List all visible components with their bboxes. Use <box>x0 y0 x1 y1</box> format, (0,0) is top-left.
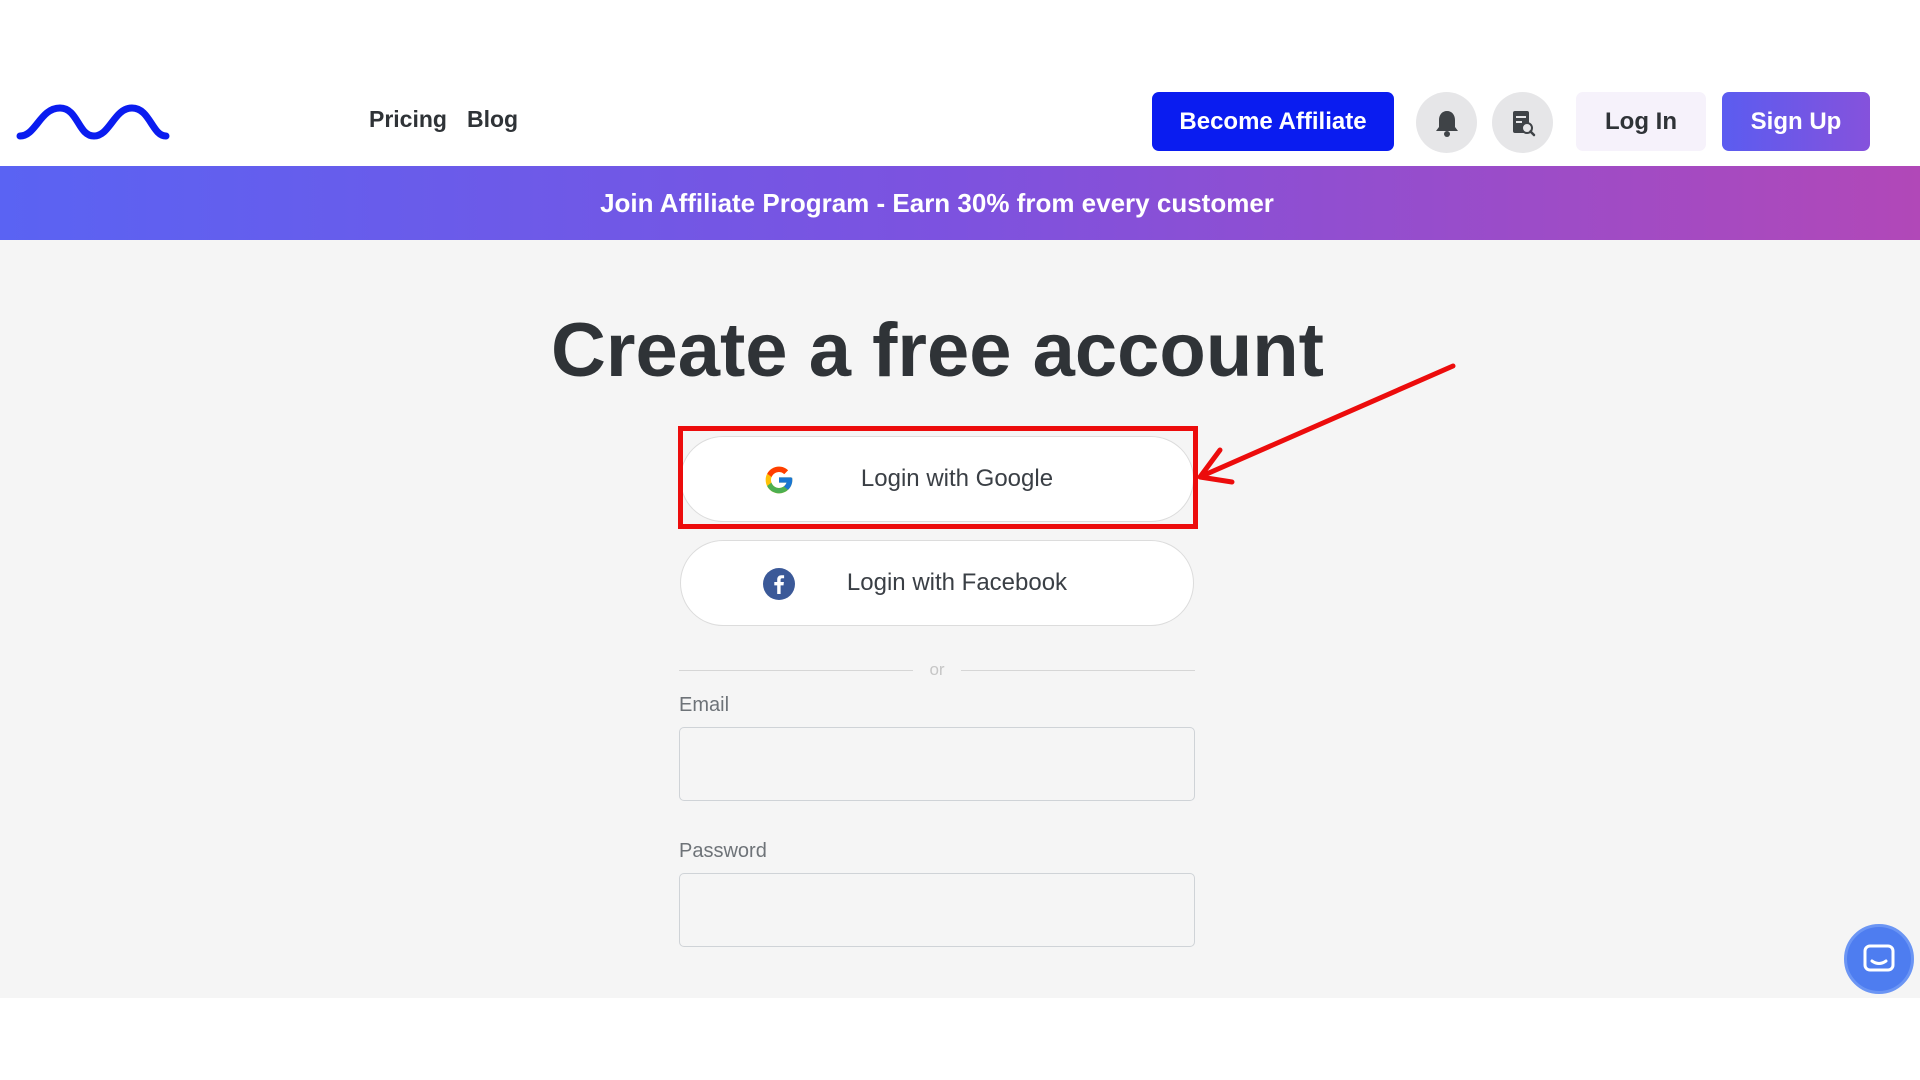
affiliate-banner[interactable]: Join Affiliate Program - Earn 30% from e… <box>0 166 1920 240</box>
email-label: Email <box>679 694 730 716</box>
become-affiliate-button[interactable]: Become Affiliate <box>1152 92 1394 151</box>
signup-main-section: Create a free account Login with Google … <box>0 240 1920 998</box>
divider-text: or <box>929 660 945 679</box>
chat-widget-button[interactable] <box>1844 924 1914 994</box>
bell-icon <box>1435 110 1458 137</box>
email-input[interactable] <box>679 727 1195 801</box>
chat-icon <box>1863 944 1895 972</box>
nav-pricing-link[interactable]: Pricing <box>369 106 447 133</box>
login-with-facebook-button[interactable]: Login with Facebook <box>680 540 1194 626</box>
log-in-button[interactable]: Log In <box>1576 92 1706 151</box>
sign-up-button[interactable]: Sign Up <box>1722 92 1870 151</box>
password-input[interactable] <box>679 873 1195 947</box>
document-search-icon <box>1512 110 1535 136</box>
page-title: Create a free account <box>551 308 1324 393</box>
google-button-label: Login with Google <box>860 465 1054 492</box>
document-search-button[interactable] <box>1492 92 1553 153</box>
wave-logo-icon[interactable] <box>16 100 170 144</box>
affiliate-banner-text: Join Affiliate Program - Earn 30% from e… <box>600 187 1274 218</box>
login-with-google-button[interactable]: Login with Google <box>680 436 1194 522</box>
top-navbar: Pricing Blog Become Affiliate Log In Sig… <box>0 0 1920 166</box>
notifications-button[interactable] <box>1416 92 1477 153</box>
password-label: Password <box>679 840 767 862</box>
nav-blog-link[interactable]: Blog <box>467 106 518 133</box>
facebook-button-label: Login with Facebook <box>846 569 1068 596</box>
